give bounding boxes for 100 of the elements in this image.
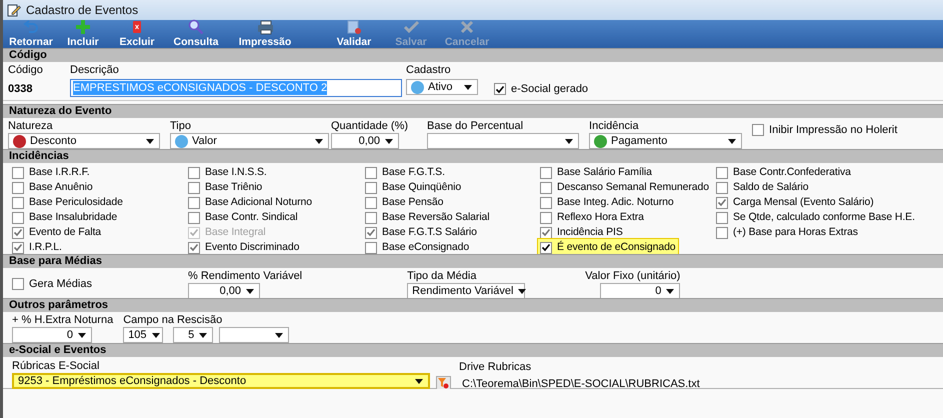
- checkbox[interactable]: [540, 226, 552, 238]
- checkbox[interactable]: [540, 242, 552, 254]
- checkbox[interactable]: [365, 242, 377, 254]
- toolbar-button[interactable]: Excluir: [109, 18, 165, 47]
- dropdown-field[interactable]: 0: [600, 283, 680, 299]
- checkbox-label: Base Contr.Confederativa: [733, 164, 851, 180]
- checkbox[interactable]: [12, 278, 24, 290]
- field-label: Base do Percentual: [427, 120, 524, 132]
- checkbox-label: Base Quinqüênio: [382, 180, 462, 195]
- dropdown-field[interactable]: Rendimento Variável: [407, 283, 526, 299]
- toolbar-button[interactable]: Incluir: [57, 18, 109, 47]
- checkbox-label: Reflexo Hora Extra: [557, 210, 644, 225]
- checkbox-label: Evento Discriminado: [205, 240, 300, 255]
- dropdown-field[interactable]: Desconto: [8, 133, 160, 149]
- caret-icon: [463, 84, 473, 90]
- toolbar-button[interactable]: Validar: [323, 18, 385, 47]
- caret-icon: [727, 138, 738, 144]
- checkbox-label: Base I.R.R.F.: [29, 164, 90, 180]
- checkbox-label: Base eConsignado: [382, 240, 470, 255]
- plus-icon: [75, 18, 91, 34]
- caret-icon: [274, 332, 284, 338]
- checkbox-label: Descanso Semanal Remunerado: [557, 180, 709, 195]
- checkbox-label: (+) Base para Horas Extras: [733, 224, 858, 240]
- checkbox[interactable]: [188, 196, 200, 208]
- checkbox[interactable]: [716, 196, 728, 208]
- checkbox[interactable]: [716, 166, 728, 178]
- checkbox-label: Base Periculosidade: [29, 194, 123, 210]
- checkbox-label: Base Integral: [205, 224, 266, 240]
- dropdown-field[interactable]: Pagamento: [589, 133, 742, 149]
- section-header: Natureza do Evento: [9, 106, 112, 117]
- toolbar-button[interactable]: Consulta: [165, 18, 227, 47]
- dropdown-field[interactable]: [427, 133, 580, 149]
- section-header: Incidências: [9, 151, 69, 162]
- checkbox[interactable]: [12, 182, 24, 194]
- printer-icon: [257, 18, 273, 34]
- dropdown-field[interactable]: 0,00: [331, 133, 399, 149]
- dropdown-field[interactable]: Valor: [170, 133, 329, 149]
- checkbox-label: Incidência PIS: [557, 224, 623, 240]
- checkbox[interactable]: [494, 83, 506, 96]
- toolbar-button[interactable]: Retornar: [5, 18, 57, 47]
- checkbox[interactable]: [716, 212, 728, 224]
- caret-icon: [384, 138, 394, 144]
- section-header: Código: [9, 50, 47, 61]
- window-title: Cadastro de Eventos: [26, 2, 138, 19]
- checkbox-label: I.R.P.L.: [29, 240, 62, 255]
- checkmark-icon: [403, 18, 419, 34]
- code-value: 0338: [8, 82, 34, 97]
- return-arrow-icon: [23, 18, 39, 34]
- checkbox[interactable]: [716, 182, 728, 194]
- section-header: Outros parâmetros: [9, 300, 108, 311]
- dropdown-field[interactable]: 105: [123, 327, 164, 343]
- checkbox[interactable]: [540, 196, 552, 208]
- checkbox[interactable]: [12, 166, 24, 178]
- caret-icon: [665, 288, 676, 294]
- checkbox-label: Evento de Falta: [29, 224, 102, 240]
- toolbar-button[interactable]: Impressão: [227, 18, 303, 47]
- checkbox[interactable]: [12, 196, 24, 208]
- caret-icon: [77, 332, 87, 338]
- dropdown-field[interactable]: 9253 - Empréstimos eConsignados - Desconto: [12, 373, 430, 389]
- checkbox[interactable]: [12, 212, 24, 224]
- dropdown-field[interactable]: [219, 327, 290, 343]
- checkbox-label: Base I.N.S.S.: [205, 164, 267, 180]
- field-label: + % H.Extra Noturna: [12, 314, 114, 326]
- checkbox[interactable]: [540, 166, 552, 178]
- checkbox-label: Inibir Impressão no Holerit: [769, 123, 898, 138]
- checkbox[interactable]: [752, 124, 764, 136]
- checkbox[interactable]: [188, 242, 200, 254]
- checkbox[interactable]: [716, 226, 728, 238]
- checkbox[interactable]: [12, 226, 24, 238]
- checkbox[interactable]: [12, 242, 24, 254]
- caret-icon: [150, 332, 161, 338]
- checkbox[interactable]: [365, 196, 377, 208]
- document-icon: [346, 18, 362, 34]
- dropdown-field[interactable]: 0: [12, 327, 92, 343]
- field-label: Tipo da Média: [407, 270, 478, 282]
- field-label: Natureza: [8, 120, 54, 132]
- checkbox-label: e-Social gerado: [511, 82, 588, 97]
- checkbox[interactable]: [188, 212, 200, 224]
- dropdown-field[interactable]: 0,00: [188, 283, 260, 299]
- checkbox[interactable]: [365, 182, 377, 194]
- checkbox[interactable]: [540, 182, 552, 194]
- caret-icon: [245, 288, 255, 294]
- checkbox[interactable]: [365, 212, 377, 224]
- checkbox-label: Base Triênio: [205, 180, 262, 195]
- filter-icon: [438, 378, 449, 389]
- caret-icon: [564, 138, 574, 144]
- checkbox[interactable]: [188, 182, 200, 194]
- dropdown-field[interactable]: Ativo: [406, 79, 478, 95]
- field-label: Drive Rubricas: [459, 361, 532, 373]
- checkbox[interactable]: [365, 226, 377, 238]
- checkbox[interactable]: [188, 166, 200, 178]
- dropdown-field[interactable]: 5: [173, 327, 214, 343]
- checkbox[interactable]: [365, 166, 377, 178]
- checkbox[interactable]: [540, 212, 552, 224]
- caret-icon: [145, 138, 155, 144]
- checkbox-label: Base Salário Família: [557, 164, 652, 180]
- file-path: C:\Teorema\Bin\SPED\E-SOCIAL\RUBRICAS.txt: [461, 377, 700, 392]
- field-label: % Rendimento Variável: [188, 270, 302, 282]
- checkbox-label: Saldo de Salário: [733, 180, 808, 195]
- field-label: Quantidade (%): [331, 120, 408, 132]
